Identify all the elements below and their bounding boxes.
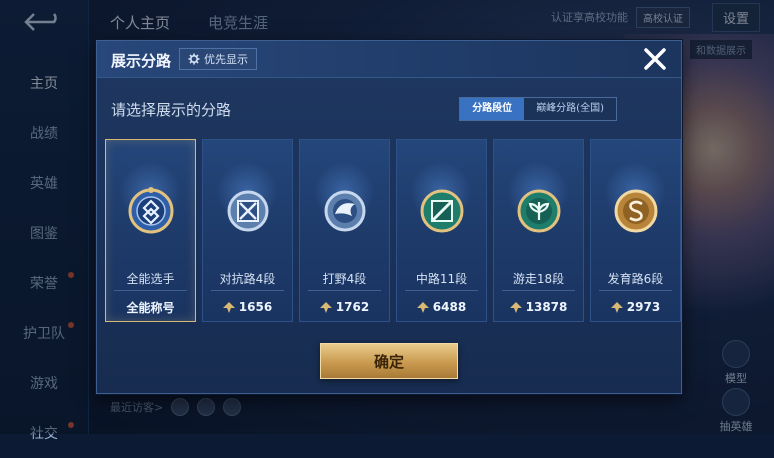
lane-footer: 2973	[591, 296, 680, 318]
lane-name: 打野4段	[322, 272, 367, 286]
lane-name: 中路11段	[415, 272, 468, 286]
lane-points: 1656	[238, 300, 273, 314]
divider	[502, 290, 575, 291]
points-arrow-icon	[610, 301, 623, 313]
dialog-subtitle: 请选择展示的分路	[111, 101, 232, 119]
lane-footer: 13878	[494, 296, 583, 318]
divider	[405, 290, 478, 291]
lane-points: 1762	[335, 300, 370, 314]
points-arrow-icon	[416, 301, 429, 313]
lane-mode-switch: 分路段位 巅峰分路(全国)	[459, 97, 617, 121]
dialog-header: 展示分路 优先显示	[97, 41, 681, 78]
priority-display-button[interactable]: 优先显示	[179, 48, 257, 70]
lane-name: 发育路6段	[607, 272, 664, 286]
roam-emblem-icon	[517, 189, 561, 233]
all-round-emblem-icon	[128, 187, 174, 234]
lane-name: 全能选手	[126, 272, 175, 286]
title-label: 全能称号	[126, 300, 175, 315]
points-arrow-icon	[319, 301, 332, 313]
lane-cards: 全能选手 全能称号 对抗路4段 1656 打野4段 1762 中路11段 648…	[105, 139, 681, 322]
lane-footer: 6488	[397, 296, 486, 318]
lane-card-all-round[interactable]: 全能选手 全能称号	[105, 139, 196, 322]
lane-points: 6488	[432, 300, 467, 314]
dialog-title: 展示分路	[111, 52, 172, 70]
confirm-button[interactable]: 确定	[320, 343, 458, 379]
lane-footer: 1762	[300, 296, 389, 318]
lane-name: 游走18段	[512, 272, 565, 286]
lane-card-clash[interactable]: 对抗路4段 1656	[202, 139, 293, 322]
divider	[211, 290, 284, 291]
farm-lane-emblem-icon	[614, 189, 658, 233]
lane-footer: 全能称号	[106, 296, 195, 318]
lane-card-jungle[interactable]: 打野4段 1762	[299, 139, 390, 322]
points-arrow-icon	[222, 301, 235, 313]
tab-lane-rank[interactable]: 分路段位	[460, 98, 525, 120]
jungle-emblem-icon	[324, 190, 366, 232]
lane-points: 13878	[525, 300, 568, 314]
close-icon[interactable]	[641, 45, 669, 73]
priority-display-label: 优先显示	[204, 53, 248, 66]
display-lane-dialog: 展示分路 优先显示 请选择展示的分路 分路段位 巅峰分路(全国) 全能选手 全能…	[96, 40, 682, 394]
divider	[114, 290, 187, 291]
mid-lane-emblem-icon	[420, 189, 464, 233]
lane-card-mid[interactable]: 中路11段 6488	[396, 139, 487, 322]
divider	[308, 290, 381, 291]
points-arrow-icon	[509, 301, 522, 313]
gear-icon	[188, 53, 200, 65]
lane-name: 对抗路4段	[219, 272, 276, 286]
divider	[599, 290, 672, 291]
tab-peak-lane-national[interactable]: 巅峰分路(全国)	[524, 98, 616, 120]
lane-card-roam[interactable]: 游走18段 13878	[493, 139, 584, 322]
lane-card-farm[interactable]: 发育路6段 2973	[590, 139, 681, 322]
clash-lane-emblem-icon	[227, 190, 269, 232]
lane-points: 2973	[626, 300, 661, 314]
lane-footer: 1656	[203, 296, 292, 318]
